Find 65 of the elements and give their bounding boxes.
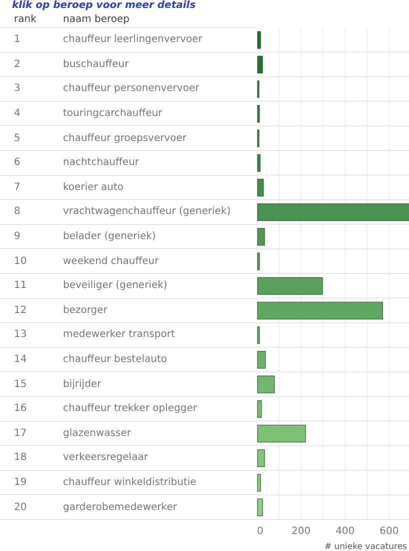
occupation-link[interactable]: nachtchauffeur — [63, 155, 140, 170]
rank-cell-text: 6 — [13, 156, 22, 170]
column-header: naam beroep — [63, 13, 130, 27]
axis-tick-label: 600 — [380, 526, 399, 537]
rank-cell-text: 16 — [13, 402, 28, 416]
bar — [257, 424, 306, 442]
rank-cell-text: 17 — [13, 426, 28, 441]
occupation-link[interactable]: glazenwasser — [63, 426, 131, 441]
axis-tick-label: 200 — [292, 526, 311, 537]
column-header: rank — [13, 13, 38, 27]
bar — [257, 376, 275, 394]
rank-cell-text: 20 — [13, 500, 28, 515]
rank-cell-text: 1 — [13, 33, 22, 48]
bar — [257, 498, 263, 516]
occupation-link[interactable]: weekend chauffeur — [63, 254, 159, 269]
bar — [257, 31, 261, 49]
occupation-link[interactable]: vrachtwagenchauffeur (generiek) — [63, 204, 231, 220]
bar — [257, 449, 265, 467]
rank-cell-text: 15 — [13, 378, 28, 392]
bar — [257, 400, 262, 418]
occupation-link[interactable]: chauffeur bestelauto — [63, 352, 168, 368]
rank-cell-text: 2 — [13, 58, 22, 72]
rank-cell-text: 4 — [13, 107, 22, 122]
rank-cell-text: 14 — [13, 353, 28, 368]
rank-cell-text: 3 — [13, 82, 22, 96]
bar — [257, 178, 264, 196]
bar — [257, 228, 265, 246]
occupation-link[interactable]: bezorger — [63, 302, 108, 318]
bar — [257, 326, 260, 344]
bar — [257, 56, 263, 74]
rank-cell-text: 12 — [13, 304, 28, 318]
occupation-link[interactable]: chauffeur personenvervoer — [63, 81, 200, 96]
bar — [257, 154, 260, 172]
bar — [257, 105, 260, 123]
rank-cell-text: 5 — [13, 132, 22, 146]
bar — [257, 277, 323, 295]
occupation-link[interactable]: chauffeur winkeldistributie — [63, 474, 196, 490]
axis-tick-label: 400 — [336, 526, 355, 537]
occupation-link[interactable]: buschauffeur — [63, 56, 129, 72]
occupation-link[interactable]: beveiliger (generiek) — [63, 278, 168, 294]
bar — [257, 351, 266, 369]
occupation-link[interactable]: bijrijder — [63, 376, 102, 392]
rank-cell-text: 9 — [13, 230, 22, 244]
bar — [257, 80, 260, 98]
occupation-link[interactable]: touringcarchauffeur — [63, 106, 162, 122]
rank-cell-text: 13 — [13, 328, 28, 342]
bar — [257, 474, 261, 492]
rank-cell-text: 8 — [13, 205, 22, 220]
occupation-link[interactable]: belader (generiek) — [63, 229, 156, 244]
rank-cell-text: 18 — [13, 451, 28, 466]
bar — [257, 252, 260, 270]
occupation-link[interactable]: chauffeur leerlingenvervoer — [63, 32, 202, 48]
occupation-link[interactable]: verkeersregelaar — [63, 450, 148, 466]
occupation-link[interactable]: chauffeur trekker oplegger — [63, 401, 197, 416]
axis-title: # unieke vacatures — [324, 542, 407, 551]
bar — [257, 130, 260, 148]
rank-cell-text: 10 — [13, 254, 28, 269]
occupation-link[interactable]: medewerker transport — [63, 327, 175, 342]
occupation-link[interactable]: garderobemedewerker — [63, 500, 177, 515]
occupation-link[interactable]: koerier auto — [63, 180, 124, 195]
axis-tick-label: 0 — [257, 526, 264, 537]
occupation-link[interactable]: chauffeur groepsvervoer — [63, 130, 187, 146]
rank-cell-text: 11 — [13, 279, 28, 294]
rank-cell-text: 19 — [13, 476, 28, 490]
rank-cell-text: 7 — [13, 180, 22, 195]
